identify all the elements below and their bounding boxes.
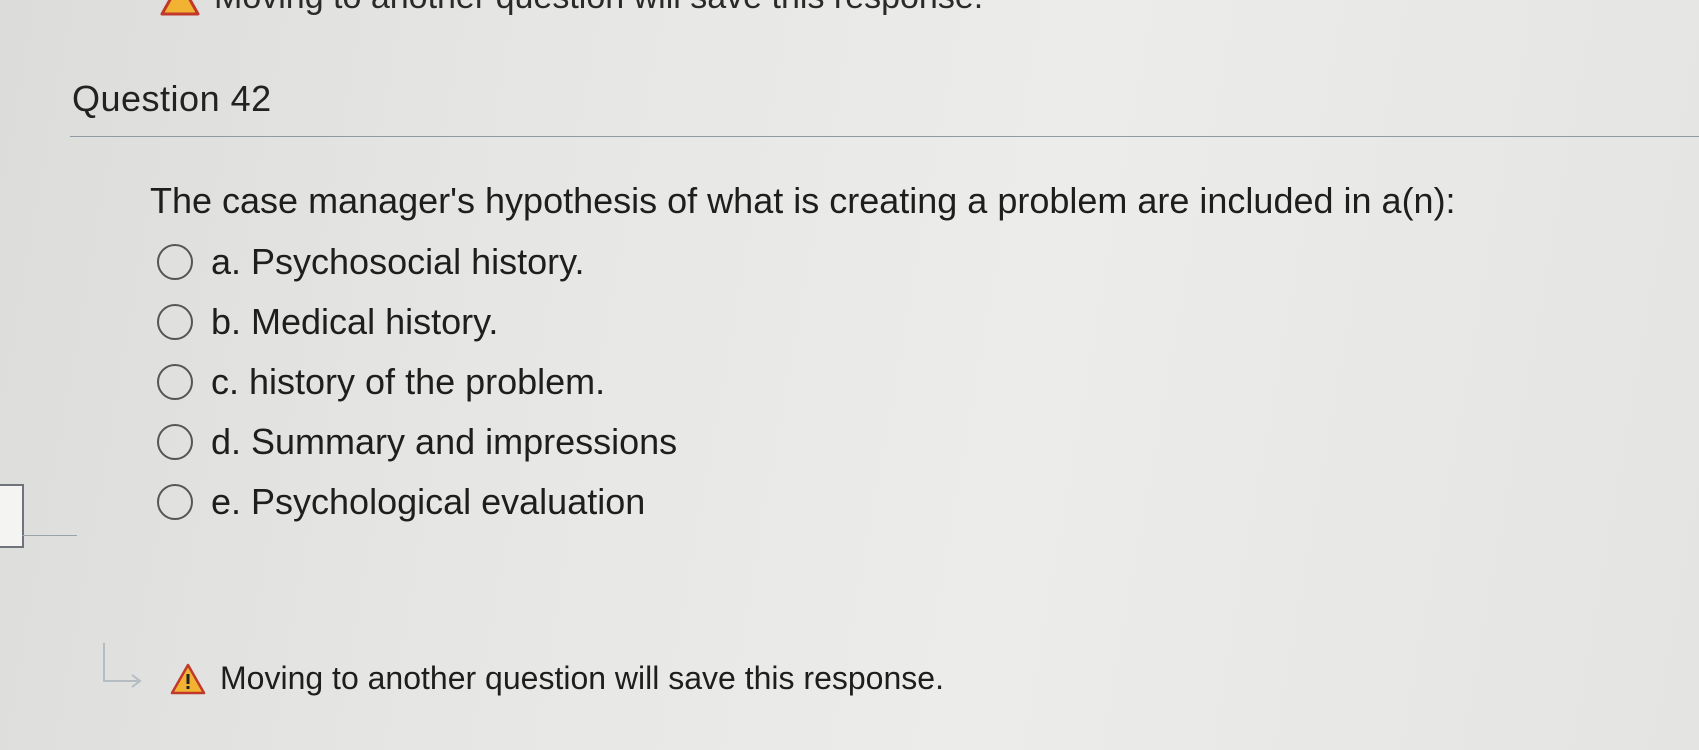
side-divider xyxy=(22,535,77,536)
question-prompt: The case manager's hypothesis of what is… xyxy=(150,180,1456,221)
top-save-warning-text: Moving to another question will save thi… xyxy=(214,0,983,17)
question-header: Question 42 xyxy=(70,70,1699,137)
radio-button[interactable] xyxy=(157,484,193,520)
question-title: Question 42 xyxy=(72,78,272,119)
option-c[interactable]: c. history of the problem. xyxy=(157,352,677,412)
option-label: d. Summary and impressions xyxy=(211,421,678,462)
radio-button[interactable] xyxy=(157,424,193,460)
warning-icon xyxy=(160,0,200,15)
option-b[interactable]: b. Medical history. xyxy=(157,292,677,352)
save-warning-text: Moving to another question will save thi… xyxy=(220,660,944,696)
radio-button[interactable] xyxy=(157,244,193,280)
option-a[interactable]: a. Psychosocial history. xyxy=(157,232,677,292)
top-save-warning: Moving to another question will save thi… xyxy=(160,0,983,17)
answer-options: a. Psychosocial history. b. Medical hist… xyxy=(157,232,677,532)
corner-down-right-arrow-icon xyxy=(103,642,142,688)
side-panel-tab[interactable] xyxy=(0,484,24,548)
option-label: b. Medical history. xyxy=(211,301,499,342)
radio-button[interactable] xyxy=(157,304,193,340)
option-d[interactable]: d. Summary and impressions xyxy=(157,412,677,472)
save-warning: Moving to another question will save thi… xyxy=(100,642,944,697)
option-e[interactable]: e. Psychological evaluation xyxy=(157,472,677,532)
radio-button[interactable] xyxy=(157,364,193,400)
option-label: e. Psychological evaluation xyxy=(211,481,646,522)
option-label: a. Psychosocial history. xyxy=(211,241,585,282)
option-label: c. history of the problem. xyxy=(211,361,606,402)
warning-icon xyxy=(170,663,206,694)
